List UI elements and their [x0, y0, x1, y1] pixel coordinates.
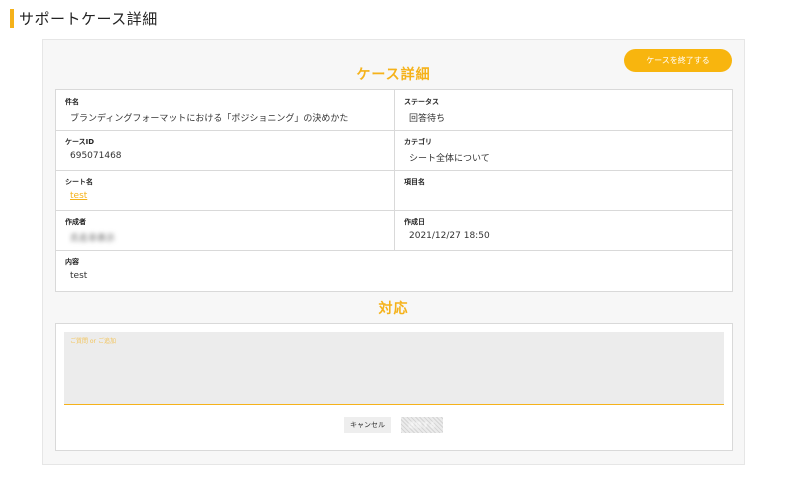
status-label: ステータス	[404, 98, 439, 106]
category-cell: カテゴリ シート全体について	[395, 130, 733, 171]
item-name-cell: 項目名	[395, 170, 733, 198]
category-label: カテゴリ	[404, 138, 432, 146]
content-value: test	[70, 271, 88, 281]
created-at-label: 作成日	[404, 218, 425, 226]
status-value: 回答待ち	[409, 114, 446, 124]
case-panel: ケースを終了する ケース詳細 件名 ブランディングフォーマットにおける「ポジショ…	[42, 39, 745, 465]
category-value: シート全体について	[409, 154, 490, 164]
response-box: キャンセル 送信する	[55, 323, 733, 451]
page-title-text: サポートケース詳細	[19, 9, 158, 28]
detail-heading: ケース詳細	[356, 67, 431, 83]
subject-value: ブランディングフォーマットにおける「ポジショニング」の決めかた	[70, 114, 349, 124]
submit-button-label: 送信する	[408, 421, 436, 429]
status-cell: ステータス 回答待ち	[395, 90, 733, 131]
submit-button[interactable]: 送信する	[401, 417, 443, 433]
case-id-value: 695071468	[70, 151, 122, 161]
page-title: サポートケース詳細	[10, 8, 158, 28]
author-cell: 作成者 氏名非表示	[56, 210, 394, 251]
author-value: 氏名非表示	[70, 234, 116, 244]
response-heading: 対応	[378, 301, 409, 317]
case-id-label: ケースID	[65, 138, 95, 146]
author-label: 作成者	[65, 218, 86, 226]
content-label: 内容	[65, 258, 79, 266]
detail-table: 件名 ブランディングフォーマットにおける「ポジショニング」の決めかた ステータス…	[55, 89, 733, 292]
title-accent-bar	[10, 8, 14, 28]
response-textarea[interactable]	[64, 332, 724, 405]
item-name-label: 項目名	[404, 178, 425, 186]
sheet-name-link[interactable]: test	[65, 191, 385, 201]
subject-cell: 件名 ブランディングフォーマットにおける「ポジショニング」の決めかた	[56, 90, 394, 131]
case-id-cell: ケースID 695071468	[56, 130, 394, 168]
sheet-name-label: シート名	[65, 178, 93, 186]
created-at-cell: 作成日 2021/12/27 18:50	[395, 210, 733, 248]
content-cell: 内容 test	[56, 250, 732, 288]
created-at-value: 2021/12/27 18:50	[409, 231, 490, 241]
subject-label: 件名	[65, 98, 79, 106]
cancel-button[interactable]: キャンセル	[344, 417, 391, 433]
sheet-name-cell: シート名 test	[56, 170, 394, 208]
